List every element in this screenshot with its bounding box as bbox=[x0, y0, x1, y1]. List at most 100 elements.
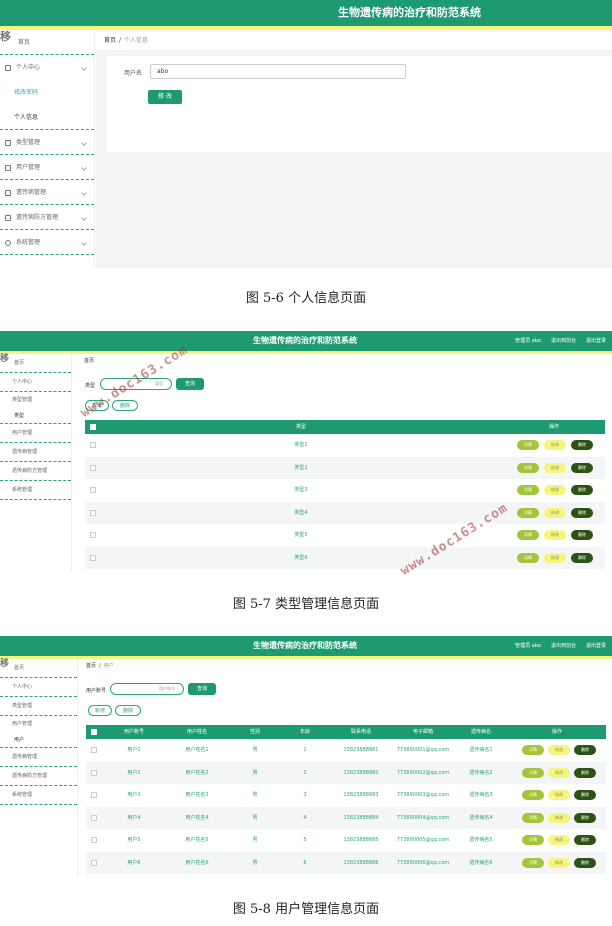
row-checkbox[interactable] bbox=[91, 792, 97, 798]
chevron-down-icon bbox=[81, 140, 87, 146]
delete-row-button[interactable]: 删除 bbox=[574, 857, 596, 868]
sidebar-item-profile[interactable]: 个人信息 bbox=[0, 105, 94, 130]
row-checkbox[interactable] bbox=[91, 859, 97, 866]
delete-row-button[interactable]: 删除 bbox=[571, 552, 593, 563]
table-cell: 13823888883 bbox=[343, 792, 379, 798]
sidebar-item-system[interactable]: 系统管理 bbox=[0, 481, 71, 500]
figure-caption-3: 图 5-8 用户管理信息页面 bbox=[232, 902, 380, 917]
view-button[interactable]: 详情 bbox=[517, 530, 539, 540]
sidebar-item-personal[interactable]: 个人中心 bbox=[0, 678, 77, 697]
table-cell: 用户4 bbox=[127, 814, 141, 821]
delete-row-button[interactable]: 删除 bbox=[571, 530, 593, 540]
view-button[interactable]: 详情 bbox=[522, 835, 544, 845]
view-button[interactable]: 详情 bbox=[522, 812, 544, 823]
sidebar-item-users[interactable]: 用户管理 bbox=[0, 155, 94, 180]
view-button[interactable]: 详情 bbox=[522, 790, 544, 800]
edit-button[interactable]: 修改 bbox=[548, 790, 570, 800]
view-button[interactable]: 详情 bbox=[517, 462, 539, 473]
view-button[interactable]: 详情 bbox=[522, 745, 544, 755]
row-checkbox[interactable] bbox=[91, 814, 97, 821]
view-button[interactable]: 详情 bbox=[522, 857, 544, 868]
edit-button[interactable]: 修改 bbox=[544, 462, 566, 473]
search-label: 用户账号 bbox=[86, 688, 107, 694]
edit-button[interactable]: 修改 bbox=[548, 812, 570, 823]
sidebar-item-users[interactable]: 用户管理 bbox=[0, 424, 71, 443]
row-checkbox[interactable] bbox=[91, 769, 97, 776]
sidebar-item-diseases[interactable]: 遗传病管理 bbox=[0, 443, 71, 462]
sidebar-item-diseases[interactable]: 遗传病管理 bbox=[0, 180, 94, 205]
sidebar-item-diseases[interactable]: 遗传病管理 bbox=[0, 748, 77, 767]
row-checkbox[interactable] bbox=[90, 532, 96, 538]
category-name: 类型2 bbox=[294, 464, 308, 471]
row-checkbox[interactable] bbox=[91, 747, 97, 753]
submit-button[interactable]: 修 改 bbox=[148, 90, 182, 104]
delete-row-button[interactable]: 删除 bbox=[574, 835, 596, 845]
sidebar-item-personal[interactable]: 个人中心 bbox=[0, 55, 94, 80]
logout-link[interactable]: 退出登录 bbox=[586, 636, 606, 656]
edit-button[interactable]: 修改 bbox=[544, 440, 566, 450]
bank-icon bbox=[5, 140, 11, 146]
edit-button[interactable]: 修改 bbox=[544, 530, 566, 540]
edit-button[interactable]: 修改 bbox=[548, 767, 570, 778]
view-button[interactable]: 详情 bbox=[517, 552, 539, 563]
table-cell: 773890004@qq.com bbox=[396, 814, 450, 821]
edit-button[interactable]: 修改 bbox=[544, 485, 566, 495]
chevron-up-icon bbox=[81, 65, 87, 71]
sidebar-item-system[interactable]: 系统管理 bbox=[0, 786, 77, 805]
row-checkbox[interactable] bbox=[91, 837, 97, 843]
sidebar-item-home[interactable]: 首页 bbox=[0, 659, 77, 678]
sidebar-item-category[interactable]: 类型管理 bbox=[0, 697, 77, 716]
top-header: 生物遗传病的治疗和防范系统 管理员 abo 退出到前台 退出登录 bbox=[0, 636, 612, 656]
search-input[interactable]: 用户账号 bbox=[110, 683, 184, 695]
front-link[interactable]: 退出到前台 bbox=[551, 636, 576, 656]
sidebar-item-category-sub[interactable]: 类型 bbox=[0, 408, 71, 424]
table-cell: 773890001@qq.com bbox=[396, 747, 450, 753]
sidebar-item-prevention[interactable]: 遗传病防方管理 bbox=[0, 767, 77, 786]
sidebar-item-category[interactable]: 类型管理 bbox=[0, 130, 94, 155]
edit-button[interactable]: 修改 bbox=[548, 835, 570, 845]
edit-button[interactable]: 修改 bbox=[544, 507, 566, 518]
select-all-checkbox[interactable] bbox=[90, 424, 96, 430]
query-button[interactable]: 查询 bbox=[176, 378, 204, 390]
delete-row-button[interactable]: 删除 bbox=[574, 790, 596, 800]
sidebar-item-home[interactable]: 首页 bbox=[0, 354, 71, 373]
view-button[interactable]: 详情 bbox=[517, 507, 539, 518]
delete-row-button[interactable]: 删除 bbox=[574, 745, 596, 755]
row-checkbox[interactable] bbox=[90, 554, 96, 561]
sidebar-item-users[interactable]: 用户管理 bbox=[0, 716, 77, 732]
sidebar-item-change-password[interactable]: 修改密码 bbox=[0, 80, 94, 105]
row-checkbox[interactable] bbox=[90, 487, 96, 493]
sidebar-item-personal[interactable]: 个人中心 bbox=[0, 373, 71, 392]
front-link[interactable]: 退出到前台 bbox=[551, 331, 576, 351]
edit-button[interactable]: 修改 bbox=[544, 552, 566, 563]
admin-label: 管理员 abo bbox=[515, 338, 541, 344]
row-checkbox[interactable] bbox=[90, 442, 96, 448]
delete-row-button[interactable]: 删除 bbox=[571, 507, 593, 518]
sidebar-item-prevention[interactable]: 遗传病防方管理 bbox=[0, 462, 71, 481]
row-checkbox[interactable] bbox=[90, 509, 96, 516]
delete-row-button[interactable]: 删除 bbox=[571, 462, 593, 473]
table-cell: 2 bbox=[303, 769, 307, 776]
delete-row-button[interactable]: 删除 bbox=[571, 485, 593, 495]
delete-row-button[interactable]: 删除 bbox=[571, 440, 593, 450]
sidebar-item-category[interactable]: 类型管理 bbox=[0, 392, 71, 408]
add-button[interactable]: 新增 bbox=[88, 705, 112, 716]
view-button[interactable]: 详情 bbox=[522, 767, 544, 778]
sidebar-item-users-sub[interactable]: 用户 bbox=[0, 732, 77, 748]
username-field[interactable]: abo bbox=[150, 64, 406, 79]
edit-button[interactable]: 修改 bbox=[548, 857, 570, 868]
delete-row-button[interactable]: 删除 bbox=[574, 812, 596, 823]
delete-button[interactable]: 删除 bbox=[115, 705, 141, 716]
view-button[interactable]: 详情 bbox=[517, 440, 539, 450]
sidebar-item-home[interactable]: 首页 bbox=[0, 30, 94, 55]
view-button[interactable]: 详情 bbox=[517, 485, 539, 495]
logout-link[interactable]: 退出登录 bbox=[586, 331, 606, 351]
select-all-checkbox[interactable] bbox=[91, 729, 97, 735]
row-checkbox[interactable] bbox=[90, 464, 96, 471]
edit-button[interactable]: 修改 bbox=[548, 745, 570, 755]
sidebar-item-system[interactable]: 系统管理 bbox=[0, 230, 94, 255]
delete-row-button[interactable]: 删除 bbox=[574, 767, 596, 778]
query-button[interactable]: 查询 bbox=[188, 683, 216, 695]
sidebar-item-prevention[interactable]: 遗传病防方管理 bbox=[0, 205, 94, 230]
user-icon bbox=[5, 65, 11, 71]
